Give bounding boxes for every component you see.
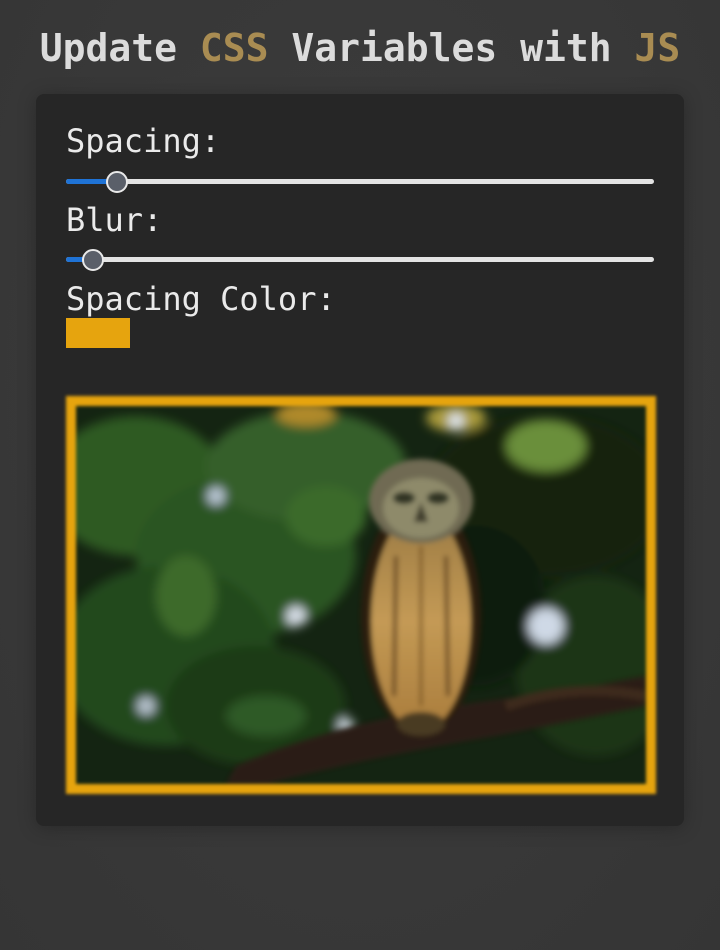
- spacing-slider[interactable]: [66, 170, 654, 194]
- blur-slider-track: [66, 257, 654, 262]
- owl-photo: [76, 406, 646, 784]
- spacing-label: Spacing:: [66, 122, 221, 160]
- spacing-color-picker[interactable]: [66, 318, 130, 348]
- title-text-part2: Variables with: [268, 26, 635, 70]
- owl-image: [76, 406, 646, 784]
- spacing-slider-track: [66, 179, 654, 184]
- spacing-color-label: Spacing Color:: [66, 280, 336, 318]
- page-title: Update CSS Variables with JS: [0, 26, 720, 70]
- title-text-part1: Update: [39, 26, 200, 70]
- image-frame: [66, 396, 656, 794]
- title-accent-css: CSS: [199, 26, 269, 70]
- blur-slider-thumb[interactable]: [82, 249, 105, 271]
- spacing-slider-thumb[interactable]: [105, 171, 128, 193]
- title-accent-js: JS: [634, 26, 681, 70]
- blur-slider[interactable]: [66, 248, 654, 272]
- blur-label: Blur:: [66, 201, 163, 239]
- controls-panel: Spacing: Blur: Spacing Color:: [36, 94, 684, 826]
